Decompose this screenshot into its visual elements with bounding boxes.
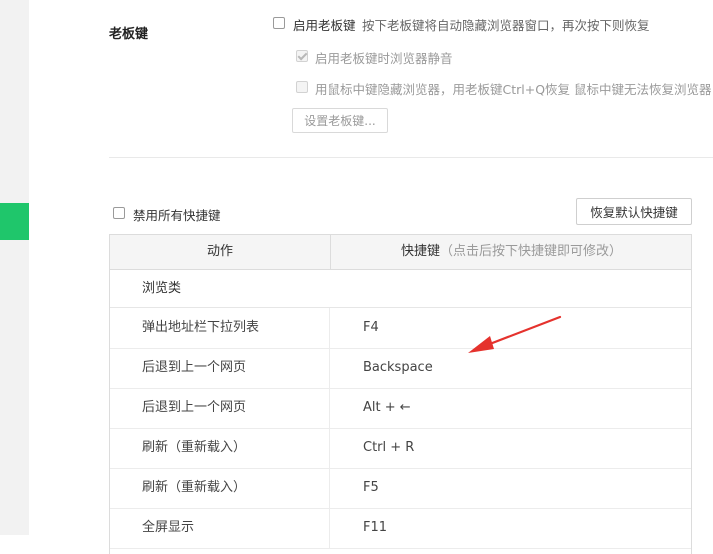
column-header-action: 动作	[206, 244, 233, 259]
row-action: 后退到上一个网页	[142, 360, 247, 375]
restore-default-shortcuts-button[interactable]: 恢复默认快捷键	[576, 198, 692, 225]
table-row[interactable]: 后退到上一个网页 Alt + ←	[110, 388, 691, 429]
section-divider	[109, 157, 713, 158]
row-action: 刷新（重新载入）	[142, 480, 247, 495]
table-row[interactable]: 刷新（重新载入） Ctrl + R	[110, 428, 691, 469]
column-header-shortcut-hint: （点击后按下快捷键即可修改）	[440, 244, 623, 259]
boss-key-title: 老板键	[109, 27, 149, 42]
annotation-arrow-icon	[468, 315, 562, 353]
enable-boss-key-description: 按下老板键将自动隐藏浏览器窗口，再次按下则恢复	[362, 18, 650, 33]
table-row[interactable]: 全屏显示 F11	[110, 508, 691, 549]
setup-boss-key-button[interactable]: 设置老板键...	[292, 108, 388, 133]
column-header-shortcut: 快捷键（点击后按下快捷键即可修改）	[331, 235, 691, 269]
table-row[interactable]: 后退到上一个网页 Backspace	[110, 348, 691, 389]
left-sidebar-strip	[0, 0, 29, 535]
sidebar-active-indicator	[0, 203, 29, 240]
row-shortcut-key[interactable]: Backspace	[363, 348, 433, 388]
table-header: 动作 快捷键（点击后按下快捷键即可修改）	[110, 235, 691, 270]
row-action: 全屏显示	[142, 520, 195, 535]
row-action: 弹出地址栏下拉列表	[142, 320, 260, 335]
row-shortcut-key[interactable]: F4	[363, 308, 379, 348]
mute-on-boss-key-checkbox[interactable]	[296, 50, 308, 62]
row-action: 刷新（重新载入）	[142, 440, 247, 455]
row-shortcut-key[interactable]: Ctrl + R	[363, 428, 414, 468]
group-label: 浏览类	[142, 281, 182, 296]
middle-click-hide-label[interactable]: 用鼠标中键隐藏浏览器，用老板键Ctrl+Q恢复 鼠标中键无法恢复浏览器	[315, 79, 712, 98]
row-action: 后退到上一个网页	[142, 400, 247, 415]
row-shortcut-key[interactable]: F11	[363, 508, 387, 548]
column-header-shortcut-label: 快捷键	[400, 244, 440, 259]
shortcuts-table: 动作 快捷键（点击后按下快捷键即可修改） 浏览类 弹出地址栏下拉列表 F4 后退…	[109, 234, 692, 554]
disable-all-shortcuts-checkbox[interactable]	[113, 207, 125, 219]
row-shortcut-key[interactable]: Alt + ←	[363, 388, 411, 428]
enable-boss-key-checkbox[interactable]	[273, 17, 285, 29]
row-shortcut-key[interactable]: F5	[363, 468, 379, 508]
mute-on-boss-key-label[interactable]: 启用老板键时浏览器静音	[315, 48, 453, 67]
table-row[interactable]: 刷新（重新载入） F5	[110, 468, 691, 509]
disable-all-shortcuts-label[interactable]: 禁用所有快捷键	[133, 205, 221, 224]
enable-boss-key-label[interactable]: 启用老板键	[293, 15, 356, 34]
middle-click-hide-checkbox[interactable]	[296, 81, 308, 93]
table-row[interactable]: 弹出地址栏下拉列表 F4	[110, 308, 691, 349]
group-row-browse: 浏览类	[110, 270, 691, 308]
